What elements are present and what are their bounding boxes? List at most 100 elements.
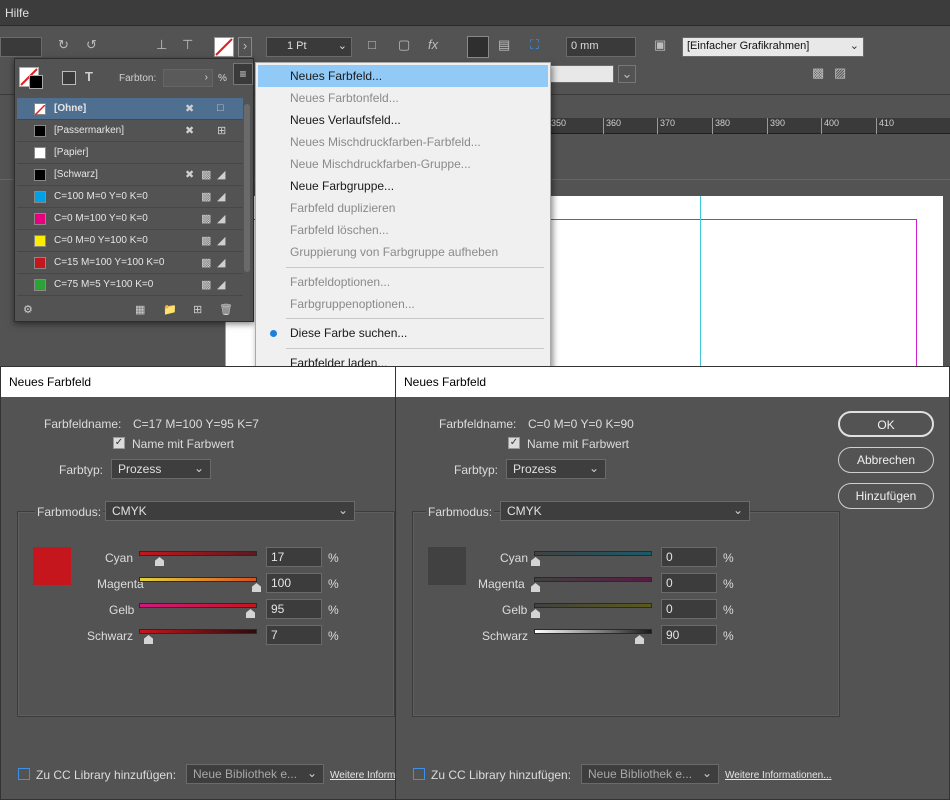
black-label: Schwarz — [482, 629, 529, 643]
swatch-row[interactable]: C=0 M=100 Y=0 K=0 ▩ ◢ — [17, 208, 243, 230]
swatch-row[interactable]: [Passermarken] ✖ ⊞ — [17, 120, 243, 142]
corner-options-icon[interactable]: ⛶ — [530, 37, 539, 53]
ruler-tick: 380 — [712, 118, 730, 134]
menu-item-new-swatch[interactable]: Neues Farbfeld... — [258, 65, 548, 87]
magenta-slider[interactable] — [139, 577, 257, 582]
swatch-row[interactable]: C=15 M=100 Y=100 K=0 ▩ ◢ — [17, 252, 243, 274]
menu-item-ungroup-color-group[interactable]: Gruppierung von Farbgruppe aufheben — [258, 241, 548, 263]
process-icon: ▩ — [201, 213, 212, 225]
cc-library-checkbox[interactable] — [413, 768, 425, 780]
text-wrap-icon[interactable] — [467, 36, 489, 58]
menu-item-new-mixed-ink[interactable]: Neues Mischdruckfarben-Farbfeld... — [258, 131, 548, 153]
black-input[interactable]: 90 — [661, 625, 717, 645]
menu-item-new-mixed-ink-group[interactable]: Neue Mischdruckfarben-Gruppe... — [258, 153, 548, 175]
color-preview — [428, 547, 466, 585]
cyan-input[interactable]: 0 — [661, 547, 717, 567]
frame-fitting-icon[interactable]: ▣ — [654, 37, 666, 53]
menu-item-find-color[interactable]: Diese Farbe suchen... — [258, 322, 548, 344]
chevron-down-icon: ⌄ — [588, 461, 599, 475]
fill-field[interactable] — [548, 65, 614, 83]
menu-item-color-group-options[interactable]: Farbgruppenoptionen... — [258, 293, 548, 315]
menu-item-delete-swatch[interactable]: Farbfeld löschen... — [258, 219, 548, 241]
cyan-slider[interactable] — [534, 551, 652, 556]
object-style-dropdown[interactable]: [Einfacher Grafikrahmen] ⌄ — [682, 37, 864, 57]
stroke-swatch-icon[interactable] — [214, 37, 234, 57]
swatch-row[interactable]: [Ohne] ✖ □ — [17, 98, 243, 120]
cyan-input[interactable]: 17 — [266, 547, 322, 567]
swatch-color-chip — [34, 191, 46, 203]
text-wrap-around-icon[interactable]: ▤ — [498, 37, 510, 53]
swatch-row[interactable]: C=75 M=5 Y=100 K=0 ▩ ◢ — [17, 274, 243, 296]
stroke-color-icon[interactable] — [29, 75, 43, 89]
panel-menu-icon[interactable]: ≡ — [233, 63, 253, 85]
effects-icon[interactable]: fx — [428, 37, 438, 52]
tint-unit: % — [218, 73, 227, 84]
black-slider[interactable] — [139, 629, 257, 634]
name-with-value-checkbox[interactable]: ✓ — [113, 437, 125, 449]
swatch-row[interactable]: C=100 M=0 Y=0 K=0 ▩ ◢ — [17, 186, 243, 208]
yellow-input[interactable]: 0 — [661, 599, 717, 619]
swatch-row[interactable]: [Papier] — [17, 142, 243, 164]
tint-input[interactable]: › — [163, 69, 213, 87]
color-mode-dropdown[interactable]: CMYK ⌄ — [500, 501, 750, 521]
menu-item-swatch-options[interactable]: Farbfeldoptionen... — [258, 271, 548, 293]
cc-library-dropdown[interactable]: Neue Bibliothek e... ⌄ — [186, 764, 324, 784]
color-type-dropdown[interactable]: Prozess ⌄ — [506, 459, 606, 479]
text-format-icon[interactable]: T — [85, 69, 93, 84]
panel-scrollbar[interactable] — [244, 104, 250, 272]
offset-field[interactable]: 0 mm — [566, 37, 636, 57]
add-button[interactable]: Hinzufügen — [838, 483, 934, 509]
magenta-input[interactable]: 0 — [661, 573, 717, 593]
menu-item-new-tint[interactable]: Neues Farbtonfeld... — [258, 87, 548, 109]
chevron-down-icon[interactable]: ⌄ — [618, 65, 636, 83]
name-with-value-checkbox[interactable]: ✓ — [508, 437, 520, 449]
swatch-views-icon[interactable]: ▦ — [135, 303, 145, 316]
cmyk-mode-icon: ◢ — [217, 279, 226, 291]
black-slider[interactable] — [534, 629, 652, 634]
menu-item-duplicate-swatch[interactable]: Farbfeld duplizieren — [258, 197, 548, 219]
cc-library-icon[interactable]: ⚙ — [23, 303, 33, 316]
process-icon: ▩ — [201, 169, 212, 181]
yellow-slider[interactable] — [534, 603, 652, 608]
new-swatch-icon[interactable]: ⊞ — [193, 303, 202, 316]
swatch-row[interactable]: [Schwarz] ✖ ▩ ◢ — [17, 164, 243, 186]
black-input[interactable]: 7 — [266, 625, 322, 645]
swatch-row[interactable]: C=0 M=0 Y=100 K=0 ▩ ◢ — [17, 230, 243, 252]
menu-item-new-gradient[interactable]: Neues Verlaufsfeld... — [258, 109, 548, 131]
ok-button[interactable]: OK — [838, 411, 934, 437]
frame-icon[interactable]: ▢ — [398, 37, 410, 53]
color-mode-label: Farbmodus: — [35, 505, 104, 519]
cc-library-dropdown[interactable]: Neue Bibliothek e... ⌄ — [581, 764, 719, 784]
new-group-folder-icon[interactable]: 📁 — [163, 303, 177, 316]
yellow-slider[interactable] — [139, 603, 257, 608]
cyan-slider[interactable] — [139, 551, 257, 556]
reference-point-field[interactable] — [0, 37, 42, 57]
color-mode-dropdown[interactable]: CMYK ⌄ — [105, 501, 355, 521]
ungroup-icon[interactable]: ▨ — [834, 65, 846, 81]
cc-library-checkbox[interactable] — [18, 768, 30, 780]
menu-item-new-color-group[interactable]: Neue Farbgruppe... — [258, 175, 548, 197]
chevron-down-icon: ⌄ — [337, 40, 347, 52]
more-info-link[interactable]: Weitere Informationen... — [725, 770, 832, 781]
stroke-weight-field[interactable]: 1 Pt ⌄ — [266, 37, 352, 57]
trash-icon[interactable]: 🗑 — [219, 303, 233, 316]
more-info-link[interactable]: Weitere Inform — [330, 770, 395, 781]
non-editable-icon: ✖ — [185, 125, 195, 137]
stroke-weight-value: 1 Pt — [287, 40, 307, 52]
yellow-input[interactable]: 95 — [266, 599, 322, 619]
magenta-slider[interactable] — [534, 577, 652, 582]
frame-fit-icon[interactable]: □ — [368, 37, 376, 52]
menu-item-find-color-label: Diese Farbe suchen... — [290, 326, 408, 340]
magenta-input[interactable]: 100 — [266, 573, 322, 593]
rotate-ccw-icon[interactable]: ↺ — [86, 37, 97, 53]
container-icon[interactable] — [62, 71, 76, 85]
menu-help[interactable]: Hilfe — [5, 6, 29, 20]
chevron-right-icon[interactable]: › — [238, 37, 252, 57]
ruler-tick: 370 — [657, 118, 675, 134]
color-type-dropdown[interactable]: Prozess ⌄ — [111, 459, 211, 479]
cancel-button[interactable]: Abbrechen — [838, 447, 934, 473]
align-icon[interactable]: ⊤ — [182, 37, 193, 53]
distribute-icon[interactable]: ⊥ — [156, 37, 167, 53]
rotate-cw-icon[interactable]: ↻ — [58, 37, 69, 53]
group-icon[interactable]: ▩ — [812, 65, 824, 81]
